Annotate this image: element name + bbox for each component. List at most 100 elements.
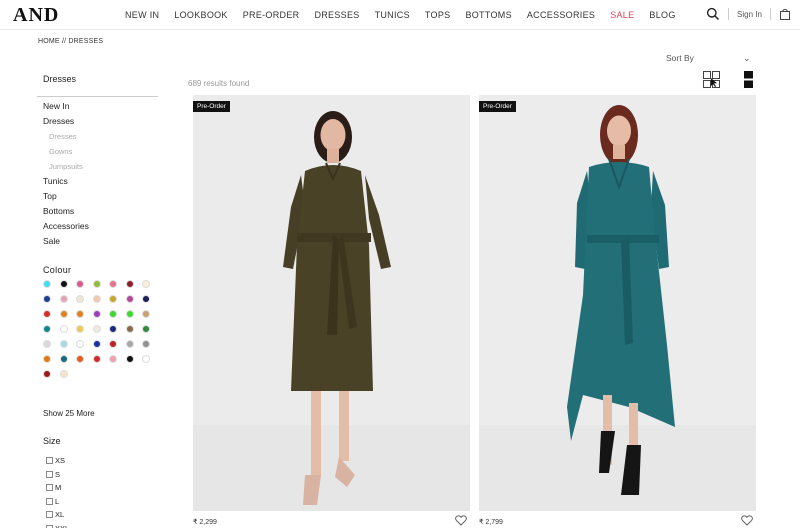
nav-dresses[interactable]: DRESSES [314, 10, 359, 20]
nav-sale[interactable]: SALE [610, 10, 634, 20]
product-price: ₹ 2,799 [479, 519, 503, 526]
sidebar-category[interactable]: Bottoms [43, 204, 89, 219]
colour-swatch[interactable] [43, 355, 51, 363]
colour-swatch[interactable] [76, 295, 84, 303]
wishlist-heart-icon[interactable] [741, 515, 753, 526]
size-option[interactable]: XXL [46, 522, 69, 528]
colour-swatch[interactable] [59, 280, 68, 288]
product-image-teal-dress[interactable] [479, 95, 756, 511]
colour-swatch[interactable] [59, 325, 68, 333]
colour-swatch[interactable] [43, 370, 51, 378]
size-option[interactable]: L [46, 495, 69, 509]
colour-swatch[interactable] [92, 325, 101, 333]
show-more-colours-link[interactable]: Show 25 More [43, 409, 95, 418]
product-image-olive-dress[interactable] [193, 95, 470, 511]
sidebar-category[interactable]: New In [43, 99, 89, 114]
colour-swatch[interactable] [59, 370, 68, 378]
nav-lookbook[interactable]: LOOKBOOK [174, 10, 227, 20]
colour-swatch[interactable] [142, 355, 150, 363]
size-checkbox[interactable] [46, 484, 53, 492]
product-price: ₹ 2,299 [193, 519, 217, 526]
sidebar-category[interactable]: Sale [43, 234, 89, 249]
colour-swatch[interactable] [92, 280, 101, 288]
colour-swatch[interactable] [76, 340, 84, 348]
colour-swatch[interactable] [59, 340, 68, 348]
product-card[interactable]: Pre-Order [193, 95, 470, 511]
nav-tunics[interactable]: TUNICS [375, 10, 410, 20]
search-icon[interactable] [706, 7, 720, 21]
colour-swatch[interactable] [142, 295, 150, 303]
sidebar-category[interactable]: Dresses [43, 114, 89, 129]
colour-swatch[interactable] [43, 295, 51, 303]
size-option[interactable]: S [46, 468, 69, 482]
size-checkbox[interactable] [46, 511, 53, 519]
sidebar-category[interactable]: Tunics [43, 174, 89, 189]
size-option[interactable]: XL [46, 508, 69, 522]
sidebar-subcategory[interactable]: Jumpsuits [43, 159, 89, 174]
colour-swatch[interactable] [109, 355, 117, 363]
colour-swatch[interactable] [109, 340, 117, 348]
colour-swatch[interactable] [92, 340, 101, 348]
colour-swatch[interactable] [43, 280, 51, 288]
colour-swatch[interactable] [76, 325, 84, 333]
size-filter-title: Size [43, 436, 61, 446]
colour-swatch[interactable] [125, 355, 134, 363]
size-list: XS S M L XL XXL [46, 454, 69, 528]
colour-swatch[interactable] [109, 280, 117, 288]
colour-swatch[interactable] [76, 355, 84, 363]
colour-swatch[interactable] [125, 325, 134, 333]
colour-swatch[interactable] [142, 280, 150, 288]
colour-swatch[interactable] [92, 310, 101, 318]
colour-swatch[interactable] [59, 310, 68, 318]
colour-swatch[interactable] [109, 325, 117, 333]
size-label: XS [55, 456, 66, 465]
nav-pre-order[interactable]: PRE-ORDER [243, 10, 300, 20]
nav-blog[interactable]: BLOG [649, 10, 675, 20]
colour-swatch[interactable] [76, 280, 84, 288]
breadcrumb[interactable]: HOME // DRESSES [38, 38, 103, 45]
nav-bottoms[interactable]: BOTTOMS [465, 10, 511, 20]
category-list: New In Dresses Dresses Gowns Jumpsuits Tunics… [43, 99, 89, 249]
colour-swatch[interactable] [76, 310, 84, 318]
colour-swatch[interactable] [92, 355, 101, 363]
size-label: S [55, 469, 61, 479]
nav-tops[interactable]: TOPS [425, 10, 451, 20]
colour-swatch[interactable] [142, 310, 150, 318]
chevron-down-icon[interactable]: ⌄ [743, 53, 751, 64]
list-view-icon[interactable] [744, 71, 753, 88]
sort-by-dropdown[interactable]: Sort By [666, 53, 694, 63]
divider [728, 8, 729, 20]
colour-swatch[interactable] [43, 325, 51, 333]
grid-view-icon[interactable] [703, 71, 720, 88]
size-checkbox[interactable] [46, 497, 53, 505]
colour-swatch[interactable] [43, 310, 51, 318]
sidebar-category[interactable]: Top [43, 189, 89, 204]
size-checkbox[interactable] [46, 457, 53, 465]
sidebar-subcategory[interactable]: Gowns [43, 144, 89, 159]
colour-swatch[interactable] [125, 295, 134, 303]
colour-swatch[interactable] [142, 325, 150, 333]
colour-swatch[interactable] [109, 310, 117, 318]
shopping-bag-icon[interactable] [779, 8, 791, 20]
colour-swatch[interactable] [92, 295, 101, 303]
brand-logo[interactable]: AND [13, 4, 59, 27]
sidebar-subcategory[interactable]: Dresses [43, 129, 89, 144]
nav-new-in[interactable]: NEW IN [125, 10, 159, 20]
size-option[interactable]: XS [46, 454, 69, 468]
size-option[interactable]: M [46, 481, 69, 495]
product-card[interactable]: Pre-Order [479, 95, 756, 511]
colour-swatch[interactable] [125, 340, 134, 348]
sidebar-category[interactable]: Accessories [43, 219, 89, 234]
wishlist-heart-icon[interactable] [455, 515, 467, 526]
nav-accessories[interactable]: ACCESSORIES [527, 10, 595, 20]
main-nav: NEW IN LOOKBOOK PRE-ORDER DRESSES TUNICS… [125, 10, 691, 20]
colour-swatch[interactable] [125, 310, 134, 318]
colour-swatch[interactable] [59, 295, 68, 303]
colour-swatch[interactable] [109, 295, 117, 303]
sign-in-link[interactable]: Sign In [737, 10, 762, 19]
colour-swatch[interactable] [43, 340, 51, 348]
colour-swatch[interactable] [125, 280, 134, 288]
size-checkbox[interactable] [46, 470, 53, 478]
colour-swatch[interactable] [59, 355, 68, 363]
colour-swatch[interactable] [142, 340, 150, 348]
